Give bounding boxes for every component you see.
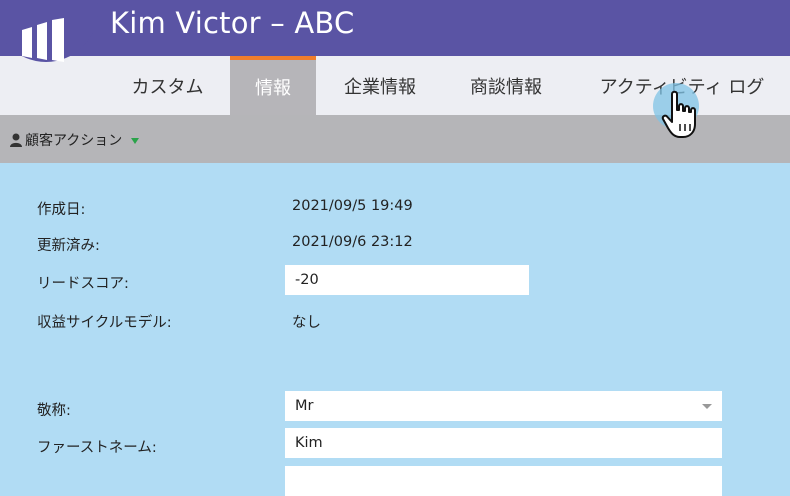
created-label: 作成日: [37,202,86,218]
first-name-field[interactable]: Kim [285,428,722,458]
revenue-model-label: 収益サイクルモデル: [37,315,172,331]
tab-company-info[interactable]: 企業情報 [326,56,434,115]
lead-score-field[interactable]: -20 [285,265,529,295]
updated-label: 更新済み: [37,238,100,254]
updated-value: 2021/09/6 23:12 [292,234,413,250]
person-icon [10,133,22,147]
chevron-down-icon [702,404,712,409]
last-name-field[interactable] [285,466,722,496]
lead-score-label: リードスコア: [37,276,129,292]
first-name-label: ファーストネーム: [37,440,157,456]
tab-custom[interactable]: カスタム [110,56,225,115]
hand-pointer-icon [653,83,699,138]
salutation-select[interactable]: Mr [285,391,722,421]
salutation-label: 敬称: [37,403,71,419]
customer-actions-label: 顧客アクション [25,133,123,149]
tab-info[interactable]: 情報 [230,56,316,115]
customer-actions-button[interactable]: 顧客アクション [10,130,140,150]
dropdown-triangle-icon [131,137,140,144]
marketo-logo-icon [22,18,64,62]
created-value: 2021/09/5 19:49 [292,198,413,214]
salutation-value: Mr [295,398,314,414]
app-header: Kim Victor – ABC [0,0,790,56]
cursor [650,80,710,150]
tab-opportunity-info[interactable]: 商談情報 [452,56,560,115]
page-title: Kim Victor – ABC [110,6,355,40]
revenue-model-value: なし [292,315,321,331]
